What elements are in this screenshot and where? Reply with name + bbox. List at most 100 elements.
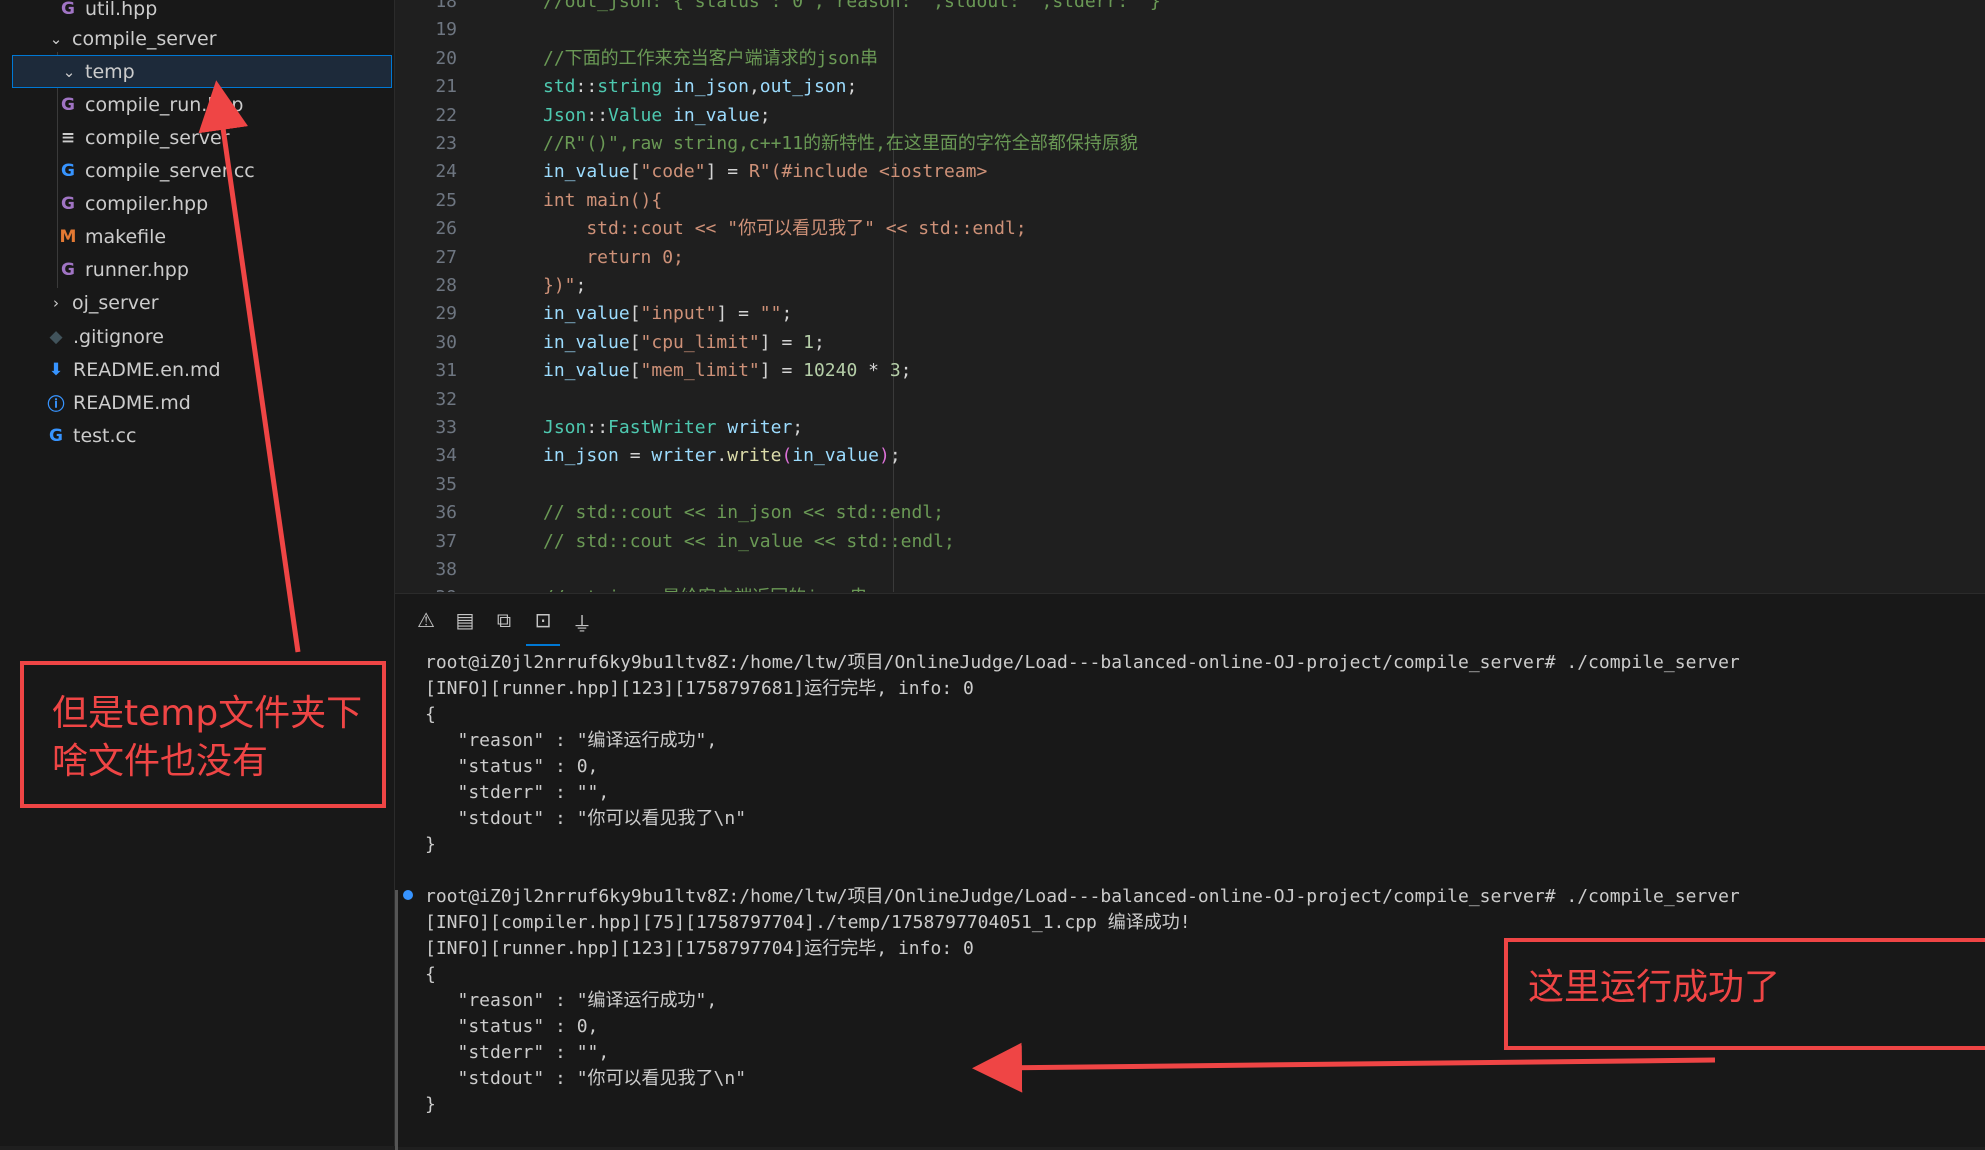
code-token: 1 [803,331,814,353]
code-token: 10240 [803,360,858,382]
tree-item-label: makefile [85,225,167,248]
code-token: :: [586,104,609,126]
file-item[interactable]: Gtest.cc [0,419,394,452]
problems-tab[interactable]: ⚠ [413,608,439,634]
ports-tab[interactable]: ⏚ [569,608,595,636]
code-line[interactable]: 39 //out_json:是给客户端返回的json串 [395,584,1985,592]
code-line[interactable]: 29 in_value["input"] = ""; [395,300,1985,328]
code-line[interactable]: 21 std::string in_json,out_json; [395,73,1985,101]
code-line[interactable]: 20 //下面的工作来充当客户端请求的json串 [395,45,1985,73]
code-line[interactable]: 32 [395,386,1985,414]
cpp-icon: G [61,94,75,115]
file-item[interactable]: Gcompile_run.hpp [0,88,394,121]
code-line[interactable]: 18 //out_json: {"status":"0", reason:"",s… [395,0,1985,16]
code-text: Json::FastWriter writer; [543,414,803,442]
code-line[interactable]: 37 // std::cout << in_value << std::endl; [395,528,1985,556]
info-icon: ⓘ [47,395,65,415]
file-item[interactable]: ⬇ README.en.md [0,353,394,386]
line-number: 37 [435,530,457,552]
code-token: in_value [543,161,630,183]
code-text: in_json = writer.write(in_value); [543,442,901,470]
file-item[interactable]: Grunner.hpp [0,253,394,286]
code-text: std::string in_json,out_json; [543,73,857,101]
terminal-line: "reason" : "编译运行成功", [425,730,718,751]
file-item[interactable]: Gcompile_server.cc [0,154,394,187]
line-number: 19 [435,19,457,41]
code-token: "mem_limit" [640,360,760,382]
code-token: Value [608,104,663,126]
makefile-icon: M [59,226,77,247]
code-line[interactable]: 34 in_json = writer.write(in_value); [395,442,1985,470]
output-tab[interactable]: ▤ [452,608,478,634]
code-line[interactable]: 27 return 0; [395,244,1985,272]
tree-item-label: compile_run.hpp [85,93,244,116]
code-token: //out_json: {"status":"0", reason:"",std… [543,0,1161,12]
code-token: Json [543,417,587,438]
code-line[interactable]: 36 // std::cout << in_json << std::endl; [395,499,1985,527]
command-decoration-icon[interactable] [403,890,413,900]
code-token: ( [781,445,793,467]
code-line[interactable]: 26 std::cout << "你可以看见我了" << std::endl; [395,215,1985,243]
code-token: "cpu_limit" [640,331,760,353]
cpp-icon: G [49,425,63,446]
code-line[interactable]: 24 in_value["code"] = R"(#include <iostre… [395,158,1985,186]
code-line[interactable]: 33 Json::FastWriter writer; [395,414,1985,442]
code-token: [ [629,303,641,325]
line-number: 24 [435,161,457,183]
code-token: //R"()",raw string,c++11的新特性,在这里面的字符全部都保… [543,133,1138,154]
code-token: //out_json:是给客户端返回的json串 [543,587,868,592]
code-token: [ [629,161,641,183]
folder-item[interactable]: › oj_server [0,286,394,319]
code-text: //下面的工作来充当客户端请求的json串 [543,45,878,73]
folder-item[interactable]: ⌄ temp [12,55,392,88]
code-token: ; [889,445,901,467]
code-line[interactable]: 19 [395,16,1985,44]
code-text: in_value["cpu_limit"] = 1; [543,329,825,357]
file-item[interactable]: Gcompiler.hpp [0,187,394,220]
tree-item-label: runner.hpp [85,258,189,281]
chevron-right-icon[interactable]: › [46,294,66,312]
bottom-panel: root@iZ0jl2nrruf6ky9bu1ltv8Z:/home/ltw/项… [395,593,1985,1150]
code-line[interactable]: 25 int main(){ [395,187,1985,215]
folder-item[interactable]: ⌄ compile_server [0,22,394,55]
cpp-icon: G [61,259,75,280]
code-editor[interactable]: 18 //out_json: {"status":"0", reason:"",s… [395,0,1985,592]
terminal-icon: ⊡ [534,608,552,632]
code-line[interactable]: 30 in_value["cpu_limit"] = 1; [395,329,1985,357]
code-token: in_value [543,303,630,325]
code-token: ; [900,360,912,382]
code-line[interactable]: 22 Json::Value in_value; [395,102,1985,130]
code-token: [ [629,331,641,353]
code-line[interactable]: 35 [395,471,1985,499]
chevron-down-icon[interactable]: ⌄ [59,63,79,81]
line-number: 31 [435,360,457,382]
code-line[interactable]: 38 [395,556,1985,584]
terminal-line: "stdout" : "你可以看见我了\n" [425,1068,747,1089]
tree-item-label: .gitignore [73,325,164,348]
code-line[interactable]: 28})"; [395,272,1985,300]
line-number: 18 [435,0,457,12]
chevron-down-icon[interactable]: ⌄ [46,30,66,48]
line-number: 39 [395,584,457,592]
code-token: //下面的工作来充当客户端请求的json串 [543,47,879,69]
line-number: 30 [435,331,457,353]
terminal-tab[interactable]: ⊡ [526,608,560,646]
output-icon: ▤ [455,608,475,632]
code-line[interactable]: 31 in_value["mem_limit"] = 10240 * 3; [395,357,1985,385]
debug-console-tab[interactable]: ⧉ [491,608,517,634]
file-item[interactable]: ⓘ README.md [0,386,394,419]
file-item[interactable]: ≡ compile_server [0,121,394,154]
tree-item-label: oj_server [72,291,159,314]
code-token: ) [878,445,890,467]
code-line[interactable]: 23 //R"()",raw string,c++11的新特性,在这里面的字符全部… [395,130,1985,158]
code-token: Json [543,104,587,126]
terminal-line: { [425,964,436,985]
code-text: std::cout << "你可以看见我了" << std::endl; [543,215,1026,243]
code-token: write [727,445,782,467]
tree-item-label: compile_server [72,27,217,50]
terminal-line: } [425,1094,436,1115]
tree-item-label: README.md [73,391,191,414]
file-item[interactable]: ◆ .gitignore [0,320,394,353]
file-item[interactable]: Mmakefile [0,220,394,253]
